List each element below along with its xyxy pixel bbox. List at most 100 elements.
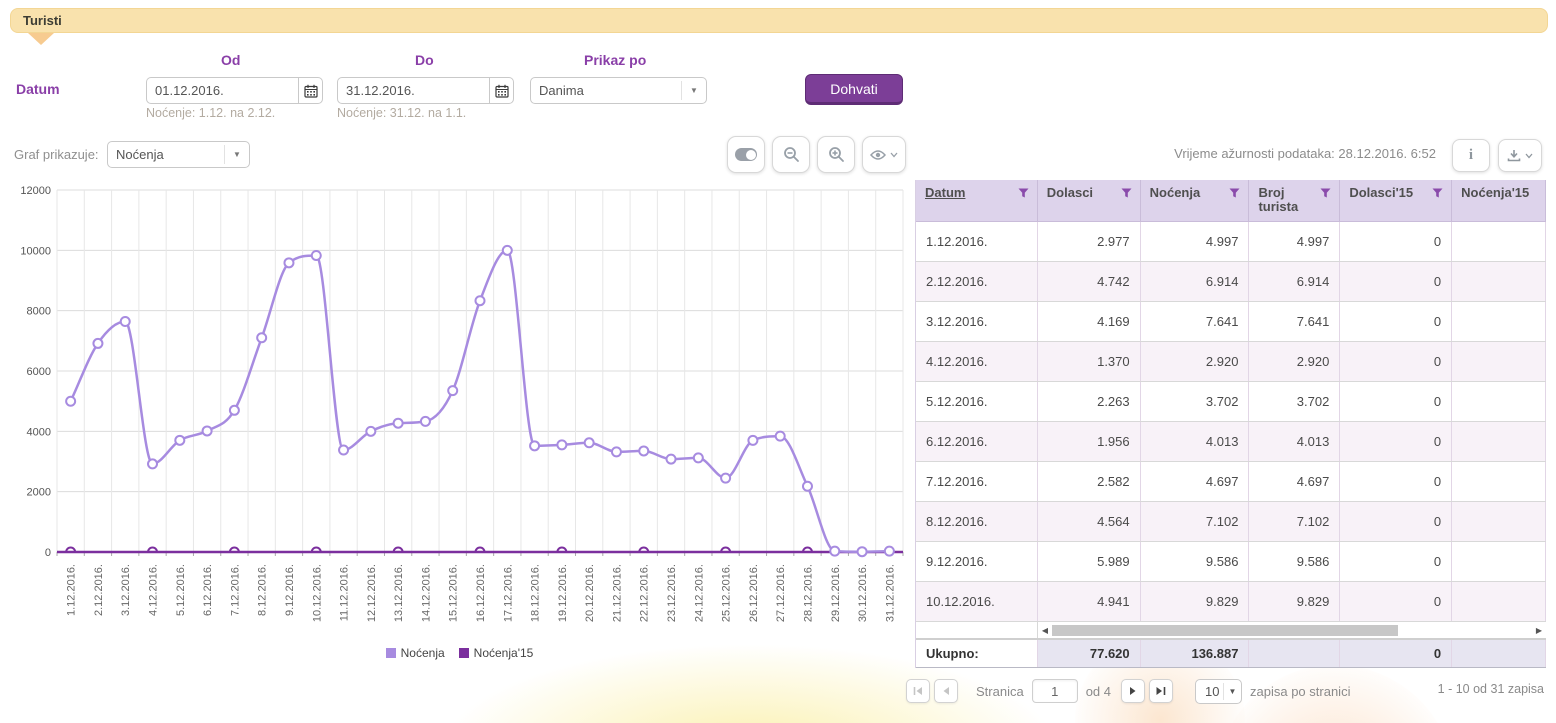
column-header-dolasci[interactable]: Dolasci (1038, 180, 1141, 221)
column-label[interactable]: Dolasci (1047, 186, 1093, 200)
table-row[interactable]: 6.12.2016.1.9564.0134.0130 (916, 422, 1546, 462)
table-cell: 4.941 (1038, 582, 1141, 621)
table-cell (1452, 382, 1546, 421)
column-header-no-enja-15[interactable]: Noćenja'15 (1452, 180, 1546, 221)
total-cell (1249, 640, 1340, 667)
legend-item[interactable]: Noćenja'15 (459, 646, 534, 660)
horizontal-scrollbar[interactable]: ◀ ▶ (1038, 622, 1546, 638)
chevron-down-icon: ▼ (682, 86, 706, 95)
info-button[interactable]: i (1452, 139, 1490, 172)
table-cell (1452, 502, 1546, 541)
info-icon: i (1469, 147, 1473, 164)
table-cell: 0 (1340, 462, 1452, 501)
filter-icon[interactable] (1229, 188, 1240, 198)
date-from-calendar-button[interactable] (298, 77, 323, 104)
next-page-button[interactable] (1121, 679, 1145, 703)
table-cell: 9.12.2016. (916, 542, 1038, 581)
table-row[interactable]: 4.12.2016.1.3702.9202.9200 (916, 342, 1546, 382)
svg-text:14.12.2016.: 14.12.2016. (420, 564, 432, 622)
legend-label: Noćenja'15 (474, 646, 534, 660)
svg-text:12.12.2016.: 12.12.2016. (366, 564, 378, 622)
table-row[interactable]: 5.12.2016.2.2633.7023.7020 (916, 382, 1546, 422)
column-label[interactable]: Noćenja (1150, 186, 1201, 200)
svg-text:15.12.2016.: 15.12.2016. (448, 564, 460, 622)
chevron-down-icon (890, 152, 898, 158)
scroll-right-arrow-icon[interactable]: ▶ (1532, 622, 1546, 639)
table-cell: 4.013 (1249, 422, 1340, 461)
dohvati-button[interactable]: Dohvati (805, 74, 903, 105)
line-chart[interactable]: 0200040006000800010000120001.12.2016.2.1… (14, 180, 905, 640)
eye-icon (870, 149, 886, 161)
table-cell: 6.12.2016. (916, 422, 1038, 461)
prikaz-po-select[interactable]: Danima ▼ (530, 77, 707, 104)
table-header-row: Datum Dolasci Noćenja Broj turista Dolasci'1… (916, 180, 1546, 222)
table-cell: 1.370 (1038, 342, 1141, 381)
svg-text:26.12.2016.: 26.12.2016. (748, 564, 760, 622)
legend-swatch (386, 648, 396, 658)
column-label[interactable]: Noćenja'15 (1461, 186, 1529, 200)
graf-prikazuje-selected-value: Noćenja (108, 145, 225, 164)
date-to-calendar-button[interactable] (489, 77, 514, 104)
svg-text:5.12.2016.: 5.12.2016. (175, 564, 187, 616)
filter-icon[interactable] (1320, 188, 1331, 198)
table-cell: 4.013 (1141, 422, 1250, 461)
table-row[interactable]: 8.12.2016.4.5647.1027.1020 (916, 502, 1546, 542)
filter-icon[interactable] (1018, 188, 1029, 198)
date-to-input[interactable] (337, 77, 489, 104)
filter-icon[interactable] (1121, 188, 1132, 198)
series-visibility-button[interactable] (862, 136, 906, 173)
table-cell: 4.697 (1249, 462, 1340, 501)
date-from-input[interactable] (146, 77, 298, 104)
column-header-dolasci-15[interactable]: Dolasci'15 (1340, 180, 1452, 221)
svg-text:22.12.2016.: 22.12.2016. (639, 564, 651, 622)
table-cell: 0 (1340, 262, 1452, 301)
table-cell: 3.702 (1249, 382, 1340, 421)
calendar-icon (495, 84, 509, 98)
previous-page-button[interactable] (934, 679, 958, 703)
zoom-out-button[interactable] (772, 136, 810, 173)
table-row[interactable]: 2.12.2016.4.7426.9146.9140 (916, 262, 1546, 302)
legend-item[interactable]: Noćenja (386, 646, 445, 660)
column-label[interactable]: Broj turista (1258, 186, 1320, 214)
svg-text:8000: 8000 (27, 306, 51, 318)
scrollbar-track[interactable] (1052, 625, 1532, 636)
table-row[interactable]: 3.12.2016.4.1697.6417.6410 (916, 302, 1546, 342)
zoom-in-button[interactable] (817, 136, 855, 173)
page-number-input[interactable] (1032, 679, 1078, 703)
column-label[interactable]: Dolasci'15 (1349, 186, 1413, 200)
table-row[interactable]: 10.12.2016.4.9419.8299.8290 (916, 582, 1546, 622)
column-header-broj-turista[interactable]: Broj turista (1249, 180, 1340, 221)
graf-prikazuje-select[interactable]: Noćenja ▼ (107, 141, 250, 168)
chevron-down-icon (1525, 153, 1533, 159)
header-pointer-icon (28, 33, 54, 45)
first-page-button[interactable] (906, 679, 930, 703)
table-cell: 4.12.2016. (916, 342, 1038, 381)
page-size-select[interactable]: 10 ▼ (1195, 679, 1242, 704)
table-cell: 4.564 (1038, 502, 1141, 541)
svg-text:16.12.2016.: 16.12.2016. (475, 564, 487, 622)
chart-toggle-button[interactable] (727, 136, 765, 173)
column-header-no-enja[interactable]: Noćenja (1141, 180, 1250, 221)
table-cell: 0 (1340, 382, 1452, 421)
filter-icon[interactable] (1432, 188, 1443, 198)
table-cell: 2.977 (1038, 222, 1141, 261)
column-header-datum[interactable]: Datum (916, 180, 1038, 221)
table-row[interactable]: 7.12.2016.2.5824.6974.6970 (916, 462, 1546, 502)
table-row[interactable]: 1.12.2016.2.9774.9974.9970 (916, 222, 1546, 262)
scroll-left-arrow-icon[interactable]: ◀ (1038, 622, 1052, 639)
table-row[interactable]: 9.12.2016.5.9899.5869.5860 (916, 542, 1546, 582)
table-cell: 0 (1340, 302, 1452, 341)
table-cell: 0 (1340, 502, 1452, 541)
previous-page-icon (941, 686, 951, 696)
page-count-label: od 4 (1086, 684, 1111, 699)
legend-swatch (459, 648, 469, 658)
total-cell: 136.887 (1141, 640, 1250, 667)
table-scroll-row: ◀ ▶ (916, 622, 1546, 639)
table-cell: 8.12.2016. (916, 502, 1038, 541)
scrollbar-thumb[interactable] (1052, 625, 1398, 636)
export-button[interactable] (1498, 139, 1542, 172)
last-page-button[interactable] (1149, 679, 1173, 703)
column-label[interactable]: Datum (925, 186, 965, 200)
svg-text:31.12.2016.: 31.12.2016. (884, 564, 896, 622)
table-cell: 4.742 (1038, 262, 1141, 301)
